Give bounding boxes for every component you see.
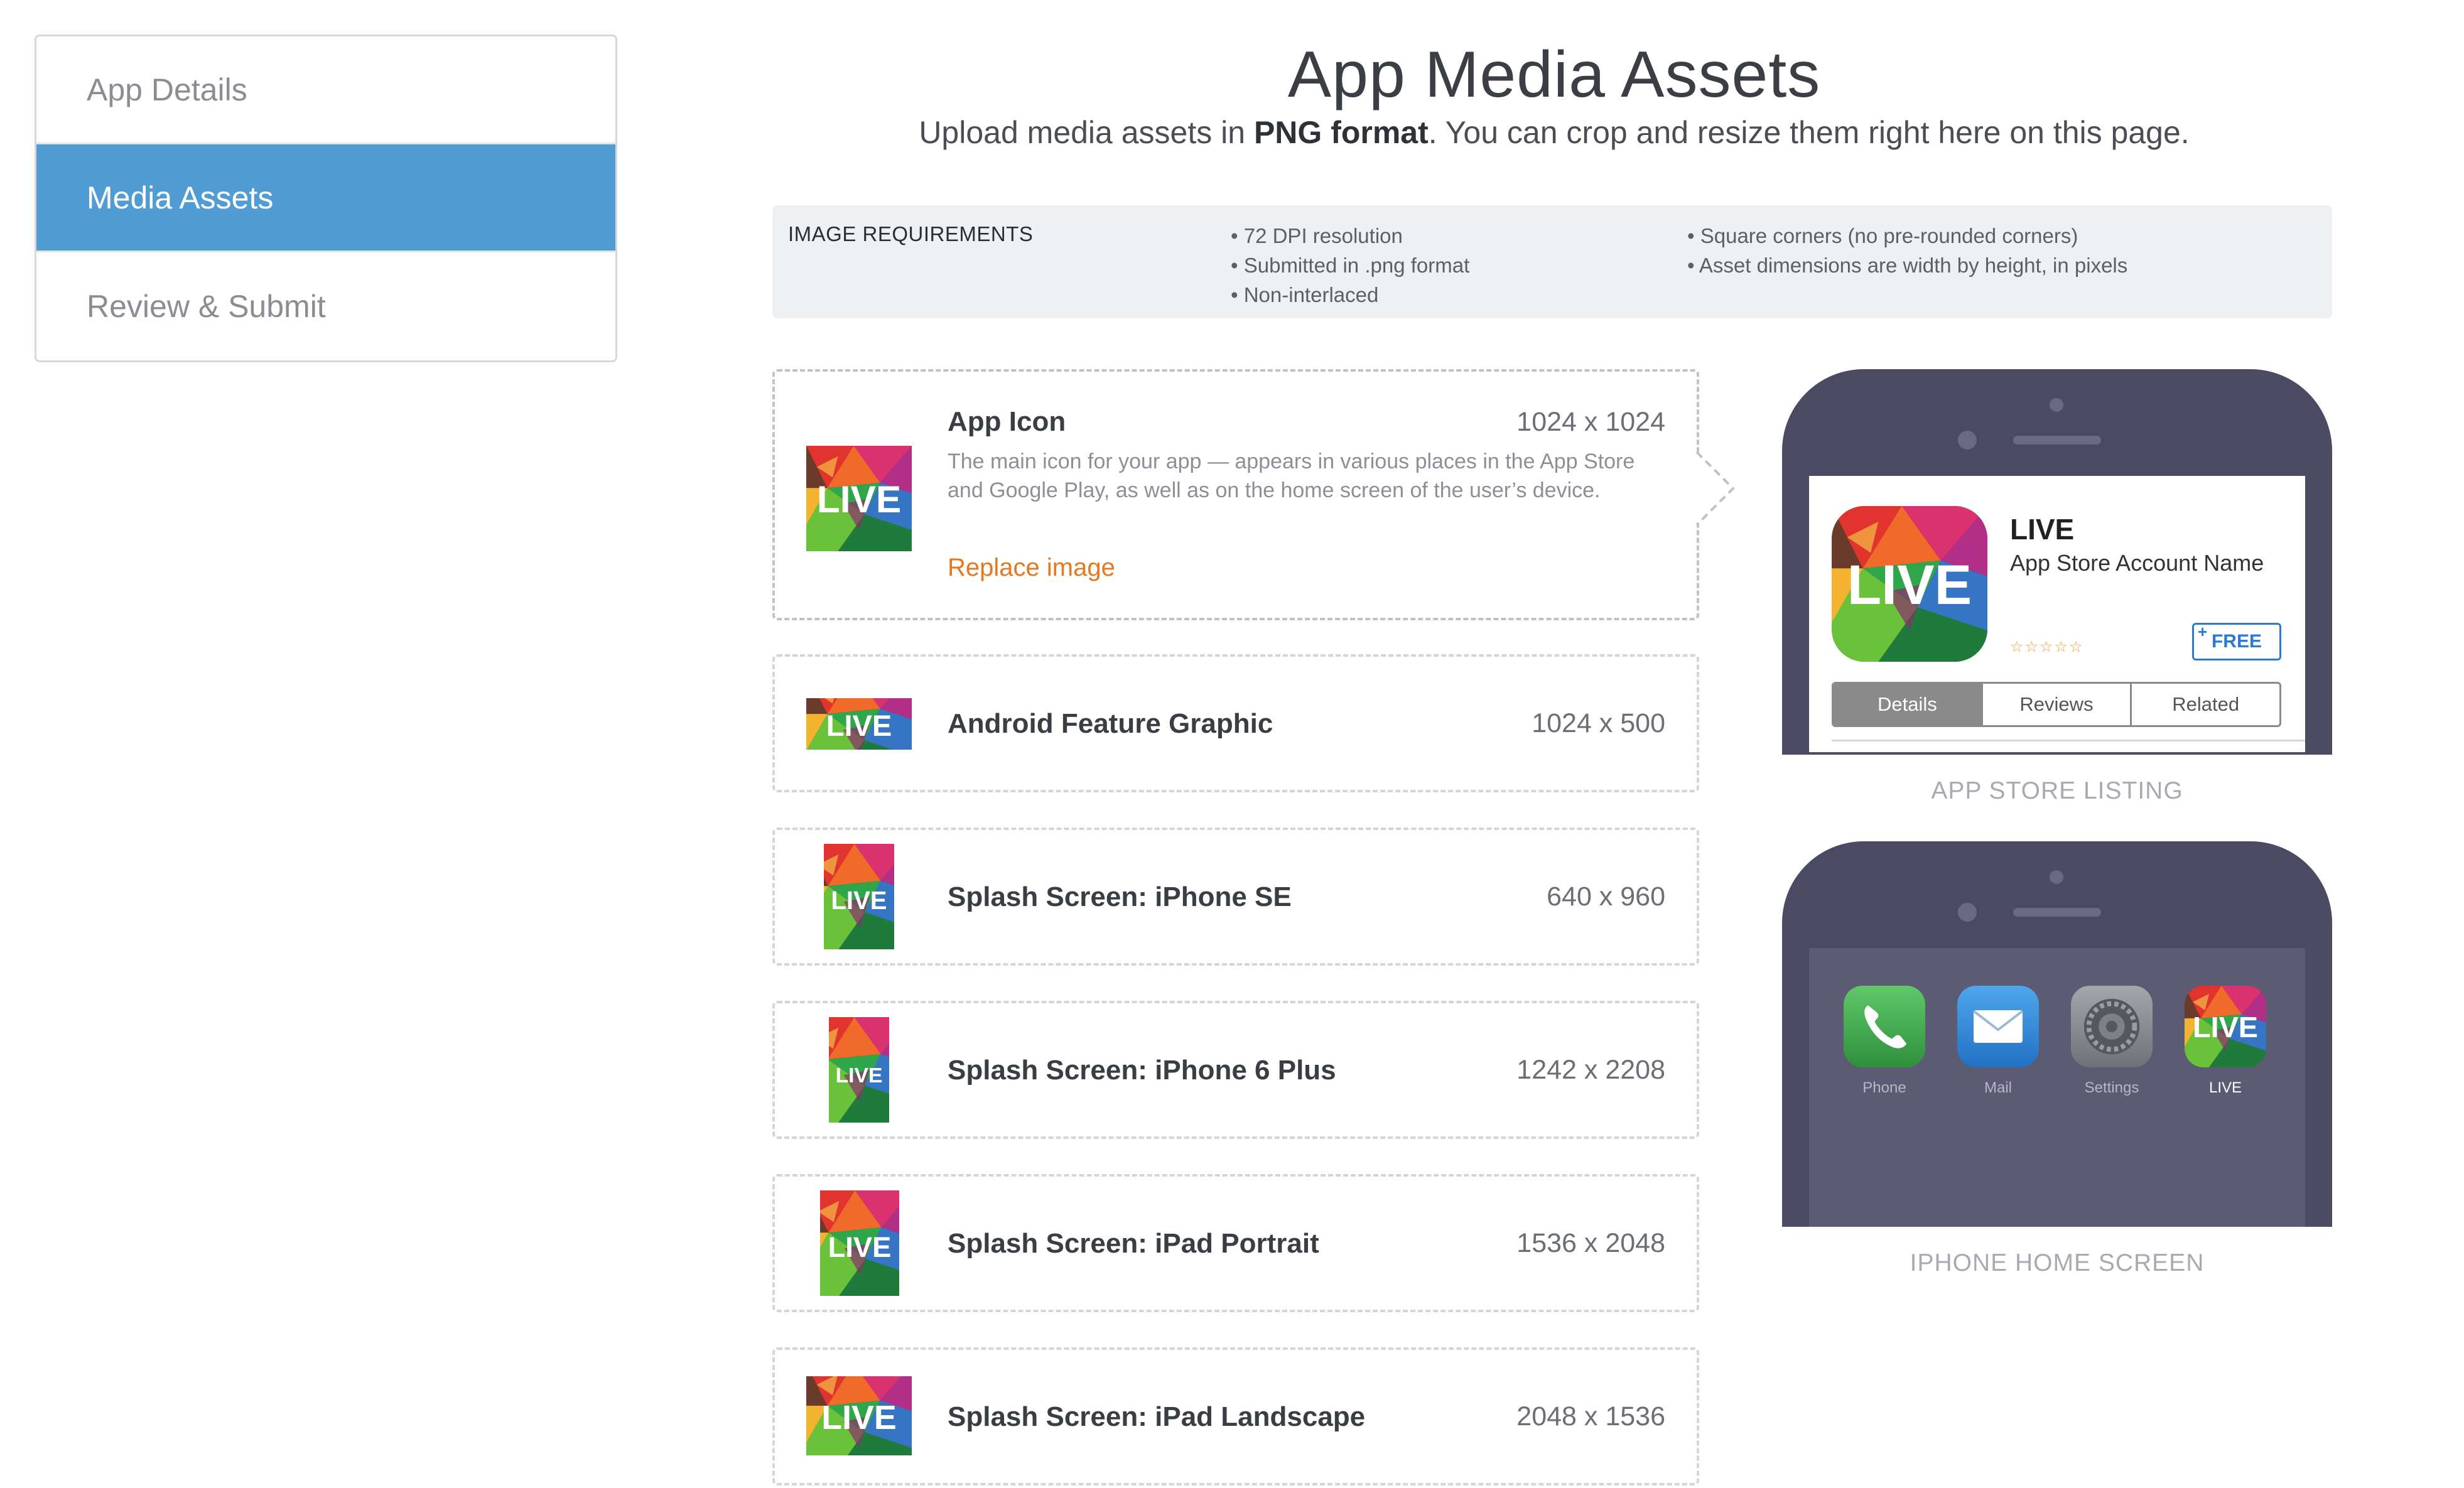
tab-related[interactable]: Related [2132, 684, 2279, 725]
home-app-phone[interactable]: Phone [1844, 986, 1925, 1097]
replace-image-link[interactable]: Replace image [948, 554, 1115, 582]
subtitle-text: Upload media assets in [919, 115, 1254, 150]
asset-name: Splash Screen: iPad Portrait [948, 1228, 1319, 1259]
asset-name: Android Feature Graphic [948, 708, 1273, 739]
asset-dimensions: 1536 x 2048 [1516, 1228, 1665, 1258]
asset-row-splash-iphone-6-plus[interactable]: LIVE Splash Screen: iPhone 6 Plus 1242 x… [772, 1001, 1699, 1139]
settings-icon [2071, 986, 2153, 1067]
asset-row-splash-iphone-se[interactable]: LIVE Splash Screen: iPhone SE 640 x 960 [772, 828, 1699, 966]
sidebar-item-review-submit[interactable]: Review & Submit [36, 252, 615, 360]
plus-icon: + [2198, 622, 2208, 641]
asset-row-android-feature-graphic[interactable]: LIVE Android Feature Graphic 1024 x 500 [772, 654, 1699, 792]
asset-row-splash-ipad-portrait[interactable]: LIVE Splash Screen: iPad Portrait 1536 x… [772, 1174, 1699, 1312]
splash-iphone-6-plus-thumbnail: LIVE [829, 1017, 889, 1123]
page-title: App Media Assets [1287, 38, 1821, 111]
store-app-name: LIVE [2010, 513, 2075, 546]
asset-dimensions: 1242 x 2208 [1516, 1055, 1665, 1085]
live-app-icon: LIVE [1832, 506, 1987, 662]
app-store-phone-preview: LIVE LIVE App Store Account Name ☆☆☆☆☆ +… [1782, 369, 2332, 755]
live-app-icon: LIVE [2185, 986, 2266, 1067]
home-app-label: Mail [1984, 1079, 2012, 1096]
home-screen: Phone Mail Settings LIVE LIVE [1809, 948, 2305, 1227]
asset-row-splash-ipad-landscape[interactable]: LIVE Splash Screen: iPad Landscape 2048 … [772, 1347, 1699, 1485]
splash-iphone-se-thumbnail: LIVE [824, 844, 894, 949]
phone-speaker [2013, 436, 2101, 445]
home-screen-phone-preview: Phone Mail Settings LIVE LIVE [1782, 841, 2332, 1227]
app-icon-thumbnail: LIVE [806, 446, 912, 551]
free-get-button[interactable]: + FREE [2192, 622, 2281, 660]
thumbnail-text: LIVE [821, 1399, 896, 1437]
asset-dimensions: 1024 x 1024 [1516, 407, 1665, 437]
home-app-label: Phone [1862, 1079, 1906, 1096]
requirement-item: • Square corners (no pre-rounded corners… [1687, 224, 2078, 247]
subtitle-bold-text: PNG format [1253, 115, 1429, 150]
sidebar-nav: App Details Media Assets Review & Submit [35, 35, 617, 362]
sidebar-item-label: App Details [87, 72, 247, 107]
app-icon-text: LIVE [2193, 1011, 2258, 1043]
requirement-item: • Asset dimensions are width by height, … [1687, 254, 2128, 277]
phone-icon [1844, 986, 1925, 1067]
subtitle-text-end: . You can crop and resize them right her… [1428, 115, 2190, 150]
mail-icon [1957, 986, 2039, 1067]
asset-dimensions: 1024 x 500 [1532, 708, 1665, 738]
home-app-label: Settings [2084, 1079, 2139, 1096]
image-requirements-box: IMAGE REQUIREMENTS • 72 DPI resolution •… [772, 205, 2332, 318]
requirement-item: • Non-interlaced [1231, 283, 1379, 306]
free-button-label: FREE [2211, 631, 2262, 652]
splash-ipad-landscape-thumbnail: LIVE [806, 1376, 912, 1455]
splash-ipad-portrait-thumbnail: LIVE [820, 1190, 899, 1296]
thumbnail-text: LIVE [817, 478, 901, 520]
asset-name: Splash Screen: iPhone SE [948, 881, 1292, 912]
app-store-screen: LIVE LIVE App Store Account Name ☆☆☆☆☆ +… [1809, 476, 2305, 752]
phone-sensor [1958, 431, 1977, 450]
requirements-column-2: • Square corners (no pre-rounded corners… [1687, 221, 2127, 280]
asset-dimensions: 2048 x 1536 [1516, 1401, 1665, 1431]
tab-reviews[interactable]: Reviews [1983, 684, 2132, 725]
app-store-listing-caption: APP STORE LISTING [1931, 777, 2183, 804]
requirements-title: IMAGE REQUIREMENTS [788, 222, 1034, 245]
sidebar-item-app-details[interactable]: App Details [36, 36, 615, 144]
asset-description: The main icon for your app — appears in … [948, 450, 1635, 502]
divider [1832, 740, 2305, 741]
requirements-column-1: • 72 DPI resolution • Submitted in .png … [1231, 221, 1469, 310]
sidebar-item-media-assets[interactable]: Media Assets [36, 144, 615, 252]
asset-name: App Icon [948, 406, 1066, 437]
thumbnail-text: LIVE [836, 1064, 883, 1087]
thumbnail-text: LIVE [831, 887, 887, 915]
page-subtitle: Upload media assets in PNG format. You c… [772, 114, 2336, 151]
home-app-settings[interactable]: Settings [2071, 986, 2153, 1097]
selection-pointer [1695, 451, 1735, 526]
asset-name: Splash Screen: iPad Landscape [948, 1401, 1366, 1432]
store-segmented-tabs: Details Reviews Related [1832, 682, 2281, 727]
store-account-name: App Store Account Name [2010, 550, 2264, 576]
feature-graphic-thumbnail: LIVE [806, 698, 912, 750]
requirement-item: • 72 DPI resolution [1231, 224, 1403, 247]
phone-camera [2050, 398, 2063, 412]
sidebar-item-label: Media Assets [87, 180, 274, 215]
thumbnail-text: LIVE [828, 1231, 892, 1263]
asset-dimensions: 640 x 960 [1547, 881, 1665, 912]
home-app-live[interactable]: LIVE LIVE [2185, 986, 2266, 1097]
asset-row-app-icon[interactable]: LIVE App Icon 1024 x 1024 The main icon … [772, 369, 1699, 620]
sidebar-item-label: Review & Submit [87, 289, 326, 324]
tab-details[interactable]: Details [1834, 684, 1983, 725]
home-app-label: LIVE [2208, 1079, 2242, 1096]
asset-name: Splash Screen: iPhone 6 Plus [948, 1055, 1336, 1086]
app-icon-text: LIVE [1847, 553, 1972, 616]
requirement-item: • Submitted in .png format [1231, 254, 1470, 277]
phone-sensor [1958, 903, 1977, 922]
phone-camera [2050, 870, 2063, 884]
thumbnail-text: LIVE [826, 709, 892, 742]
star-rating-icon: ☆☆☆☆☆ [2010, 639, 2084, 655]
home-app-mail[interactable]: Mail [1957, 986, 2039, 1097]
phone-speaker [2013, 908, 2101, 917]
iphone-home-screen-caption: IPHONE HOME SCREEN [1910, 1249, 2205, 1276]
